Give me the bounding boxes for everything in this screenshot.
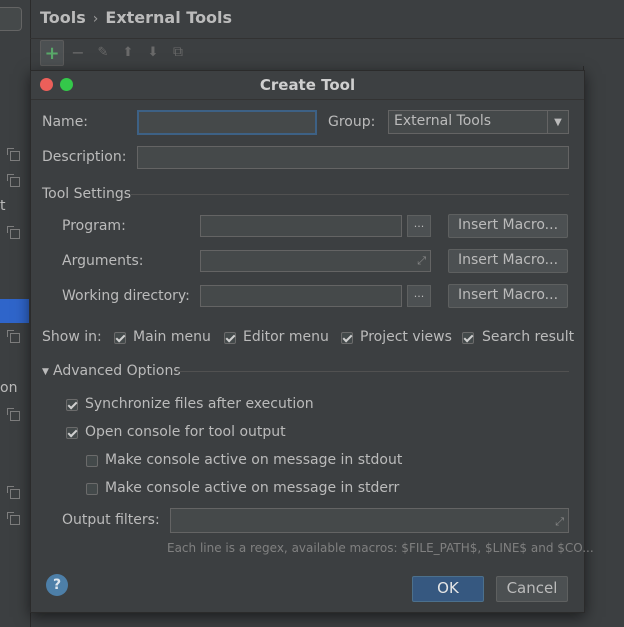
advanced-options-title[interactable]: Advanced Options — [53, 363, 181, 379]
search-result-checkbox[interactable] — [462, 332, 474, 344]
name-label: Name: — [42, 114, 89, 130]
group-label: Group: — [328, 114, 376, 130]
dropdown-arrow-icon[interactable]: ▼ — [547, 111, 568, 133]
program-field[interactable] — [200, 215, 402, 237]
header-divider — [30, 38, 624, 39]
arguments-field[interactable]: ⤢ — [200, 250, 431, 272]
section-divider — [131, 194, 569, 195]
tool-settings-title: Tool Settings — [42, 186, 132, 202]
description-field[interactable] — [137, 146, 569, 169]
open-console-label[interactable]: Open console for tool output — [85, 424, 286, 440]
working-directory-field[interactable] — [200, 285, 402, 307]
section-divider — [177, 371, 569, 372]
insert-macro-directory-button[interactable]: Insert Macro... — [448, 284, 568, 308]
synchronize-files-checkbox[interactable] — [66, 399, 78, 411]
breadcrumb-separator: › — [92, 11, 99, 27]
project-level-icon — [7, 408, 20, 421]
search-result-label[interactable]: Search result — [482, 329, 574, 345]
working-directory-label: Working directory: — [62, 288, 190, 304]
project-level-icon — [7, 512, 20, 525]
project-level-icon — [7, 174, 20, 187]
insert-macro-program-button[interactable]: Insert Macro... — [448, 214, 568, 238]
output-filters-hint: Each line is a regex, available macros: … — [167, 541, 594, 555]
group-select-value: External Tools — [394, 113, 492, 129]
cancel-button[interactable]: Cancel — [496, 576, 568, 602]
collapse-arrow-icon[interactable]: ▼ — [42, 367, 49, 377]
console-active-stdout-checkbox[interactable] — [86, 455, 98, 467]
add-tool-icon[interactable]: + — [40, 40, 64, 66]
name-field[interactable] — [137, 110, 317, 135]
console-active-stderr-label[interactable]: Make console active on message in stderr — [105, 480, 399, 496]
settings-search-field[interactable] — [0, 7, 22, 31]
tree-item-fragment[interactable]: on — [0, 380, 17, 396]
tree-item-fragment[interactable]: t — [0, 198, 6, 214]
project-level-icon — [7, 330, 20, 343]
ok-button[interactable]: OK — [412, 576, 484, 602]
breadcrumb-parent[interactable]: Tools — [40, 8, 86, 27]
create-tool-dialog: Create Tool Name: Group: External Tools … — [30, 70, 594, 613]
copy-tool-icon[interactable]: ⧉ — [167, 40, 189, 64]
group-select[interactable]: External Tools ▼ — [388, 110, 569, 134]
output-filters-field[interactable]: ⤢ — [170, 508, 569, 533]
breadcrumb-current: External Tools — [105, 8, 233, 27]
project-views-label[interactable]: Project views — [360, 329, 452, 345]
editor-menu-label[interactable]: Editor menu — [243, 329, 329, 345]
project-level-icon — [7, 226, 20, 239]
main-menu-label[interactable]: Main menu — [133, 329, 211, 345]
project-level-icon — [7, 148, 20, 161]
browse-directory-button[interactable]: ... — [407, 285, 431, 307]
description-label: Description: — [42, 149, 127, 165]
move-up-icon[interactable]: ⬆ — [117, 40, 139, 64]
show-in-label: Show in: — [42, 329, 102, 345]
insert-macro-arguments-button[interactable]: Insert Macro... — [448, 249, 568, 273]
synchronize-files-label[interactable]: Synchronize files after execution — [85, 396, 314, 412]
browse-program-button[interactable]: ... — [407, 215, 431, 237]
expand-icon[interactable]: ⤢ — [555, 515, 564, 529]
arguments-label: Arguments: — [62, 253, 144, 269]
open-console-checkbox[interactable] — [66, 427, 78, 439]
project-views-checkbox[interactable] — [341, 332, 353, 344]
editor-menu-checkbox[interactable] — [224, 332, 236, 344]
output-filters-label: Output filters: — [62, 512, 160, 528]
main-menu-checkbox[interactable] — [114, 332, 126, 344]
project-level-icon — [7, 486, 20, 499]
expand-icon[interactable]: ⤢ — [417, 254, 426, 268]
console-active-stdout-label[interactable]: Make console active on message in stdout — [105, 452, 402, 468]
dialog-title: Create Tool — [259, 76, 356, 94]
remove-tool-icon[interactable]: − — [67, 40, 89, 64]
dialog-titlebar: Create Tool — [31, 71, 584, 100]
edit-tool-icon[interactable]: ✎ — [92, 40, 114, 64]
tree-item-selected[interactable] — [0, 299, 29, 323]
program-label: Program: — [62, 218, 126, 234]
console-active-stderr-checkbox[interactable] — [86, 483, 98, 495]
breadcrumb: Tools › External Tools — [40, 8, 232, 27]
settings-tree-pane: t on — [0, 0, 31, 627]
move-down-icon[interactable]: ⬇ — [142, 40, 164, 64]
help-icon[interactable]: ? — [46, 574, 68, 596]
tools-list-area — [583, 66, 624, 611]
